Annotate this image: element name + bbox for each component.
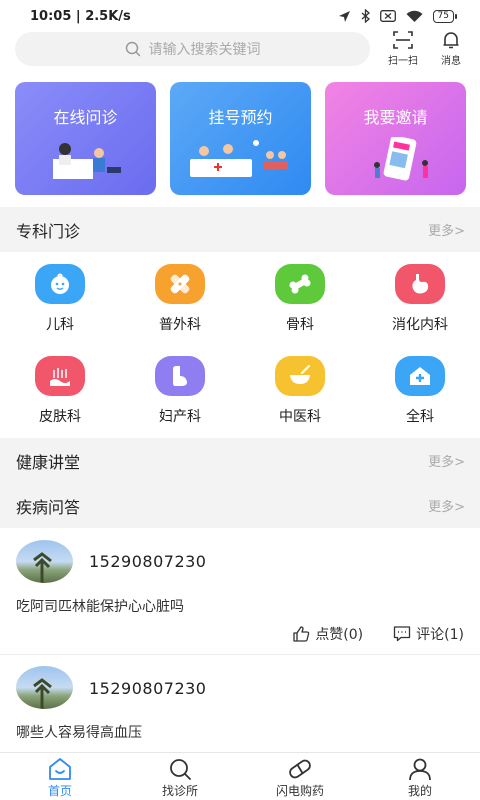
lecture-title: 健康讲堂 [16,452,81,472]
stomach-icon [395,264,445,304]
like-button[interactable]: 点赞(0) [292,624,363,644]
banner-label: 我要邀请 [363,108,428,127]
dept-orthopedics[interactable]: 骨科 [240,264,360,334]
specialty-header: 专科门诊 更多> [0,207,480,252]
herb-bowl-icon [275,356,325,396]
avatar [16,540,73,583]
qa-more-link[interactable]: 更多> [428,496,465,515]
battery-level: 75 [437,10,449,21]
message-button[interactable]: 消息 [431,30,471,67]
sim-off-icon [379,10,396,22]
tab-flash-pharmacy[interactable]: 闪电购药 [240,753,360,800]
home-icon [49,758,71,780]
status-left: 10:05 | 2.5K/s [30,8,131,24]
specialty-title: 专科门诊 [16,221,81,241]
thumbs-up-icon [293,626,310,642]
message-label: 消息 [441,56,461,67]
tab-mine[interactable]: 我的 [360,753,480,800]
lecture-header: 健康讲堂 更多> [0,438,480,483]
dept-label: 普外科 [159,317,201,333]
banner-online-consult[interactable]: 在线问诊 [15,82,156,195]
uterus-icon [155,356,205,396]
skin-icon [35,356,85,396]
scan-icon [393,31,413,49]
dept-label: 中医科 [279,409,321,425]
tab-label: 闪电购药 [275,784,324,798]
user-icon [409,758,431,781]
tab-find-clinic[interactable]: 找诊所 [120,753,240,800]
search-icon [170,759,191,780]
status-bar: 10:05 | 2.5K/s 75 [0,0,480,32]
post-actions: 点赞(0) 评论(1) [292,624,464,644]
dept-gastroenterology[interactable]: 消化内科 [360,264,480,334]
baby-face-icon [35,264,85,304]
scan-label: 扫一扫 [388,56,418,67]
qa-post[interactable]: 15290807230 吃阿司匹林能保护心心脏吗 点赞(0) 评论(1) [0,528,480,655]
status-time: 10:05 [30,8,72,24]
wifi-icon [406,10,423,22]
battery-icon: 75 [432,9,458,23]
qa-post[interactable]: 15290807230 哪些人容易得高血压 [0,655,480,752]
dept-general-practice[interactable]: 全科 [360,356,480,426]
qa-header: 疾病问答 更多> [0,483,480,528]
dept-label: 骨科 [286,317,314,333]
tab-label: 首页 [47,784,72,798]
search-row: 请输入搜索关键词 扫一扫 消息 [0,30,480,68]
dept-label: 儿科 [46,317,74,333]
specialty-grid: 儿科 普外科 骨科 消化内科 皮肤科 妇产科 中医科 全科 [0,252,480,438]
phone-invite-illustration [374,137,428,181]
post-user: 15290807230 [89,679,207,698]
bandage-icon [155,264,205,304]
like-label: 点赞(0) [315,627,364,643]
bottom-tab-bar: 首页 找诊所 闪电购药 我的 [0,752,480,800]
banner-label: 在线问诊 [53,108,118,127]
lecture-more-link[interactable]: 更多> [428,451,465,470]
dept-label: 全科 [406,409,434,425]
search-placeholder: 请输入搜索关键词 [148,42,261,58]
tab-label: 我的 [407,784,432,798]
comment-icon [394,626,411,642]
qa-title: 疾病问答 [16,497,81,517]
bell-icon [443,32,459,49]
post-question: 哪些人容易得高血压 [16,725,142,741]
dept-pediatrics[interactable]: 儿科 [0,264,120,334]
post-user: 15290807230 [89,552,207,571]
bone-icon [275,264,325,304]
dept-label: 消化内科 [392,317,448,333]
tab-label: 找诊所 [161,784,198,798]
scan-button[interactable]: 扫一扫 [383,30,423,67]
search-icon [125,41,140,57]
specialty-more-link[interactable]: 更多> [428,220,465,239]
avatar [16,666,73,709]
banner-row: 在线问诊 挂号预约 我要邀请 [15,82,466,195]
dept-tcm[interactable]: 中医科 [240,356,360,426]
search-input[interactable]: 请输入搜索关键词 [15,32,370,66]
comment-label: 评论(1) [416,627,464,643]
doctor-consult-illustration [53,143,121,179]
dept-general-surgery[interactable]: 普外科 [120,264,240,334]
dept-label: 妇产科 [159,409,201,425]
location-icon [338,10,350,22]
banner-appointment[interactable]: 挂号预约 [170,82,311,195]
comment-button[interactable]: 评论(1) [393,624,464,644]
post-question: 吃阿司匹林能保护心心脏吗 [16,599,184,615]
medical-kit-icon [395,356,445,396]
banner-label: 挂号预约 [208,108,273,127]
bluetooth-icon [361,9,370,23]
capsule-icon [289,759,311,779]
tab-home[interactable]: 首页 [0,753,120,800]
dept-obstetrics[interactable]: 妇产科 [120,356,240,426]
status-speed: 2.5K/s [85,8,131,24]
banner-invite[interactable]: 我要邀请 [325,82,466,195]
dept-dermatology[interactable]: 皮肤科 [0,356,120,426]
dept-label: 皮肤科 [39,409,81,425]
registration-desk-illustration [190,140,288,177]
status-right: 75 [338,9,458,23]
